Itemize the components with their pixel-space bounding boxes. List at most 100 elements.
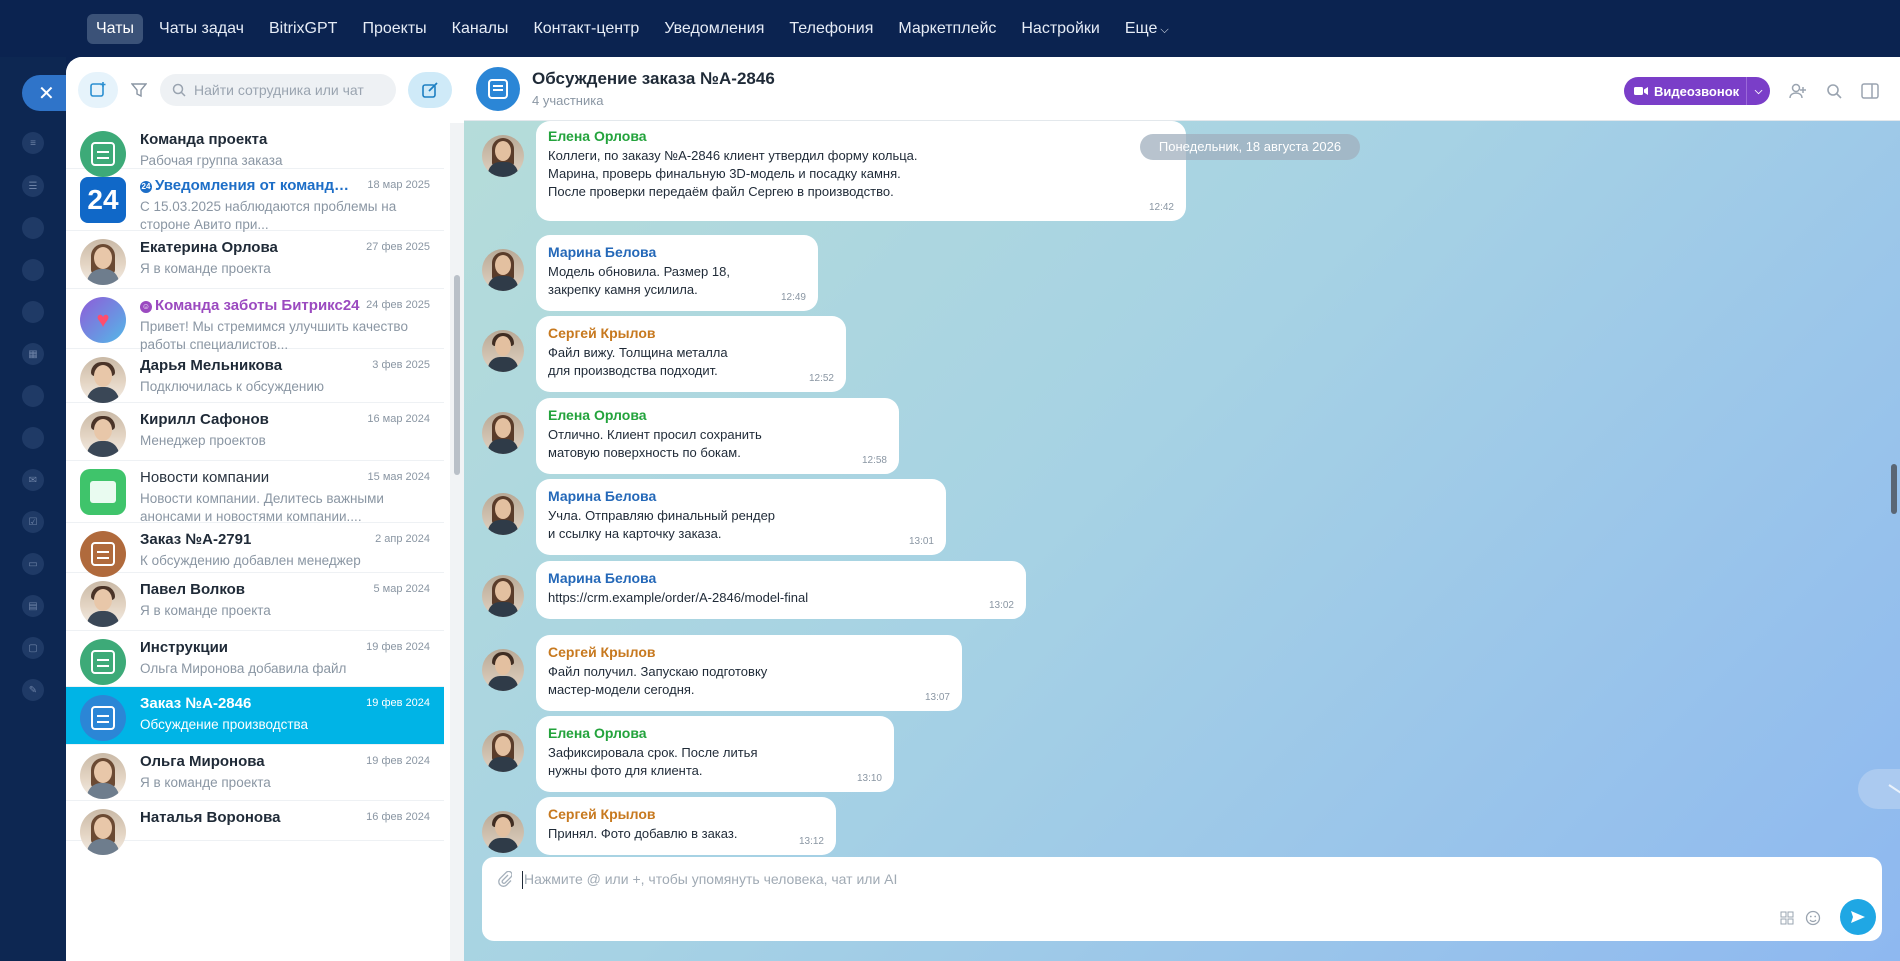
message-author[interactable]: Сергей Крылов [548, 805, 824, 823]
grid-icon[interactable] [1778, 909, 1796, 927]
message-bubble[interactable]: Елена Орлова Зафиксировала срок. После ли… [536, 716, 894, 792]
message-author-avatar[interactable] [482, 135, 524, 177]
message-author-avatar[interactable] [482, 412, 524, 454]
nav-item-task-chats[interactable]: Чаты задач [150, 14, 253, 44]
nav-item-bitrixgpt[interactable]: BitrixGPT [260, 14, 346, 44]
sidebar-toggle-icon[interactable] [1860, 81, 1880, 101]
bitrix24-avatar: 24 [80, 177, 126, 223]
message-text: Зафиксировала срок. После литья [548, 745, 758, 760]
chat-avatar[interactable] [476, 66, 520, 111]
message-bubble[interactable]: Сергей Крылов Принял. Фото добавлю в зака… [536, 797, 836, 855]
chat-list-item[interactable]: Дарья Мельникова Подключилась к обсуждени… [66, 349, 444, 403]
nav-item-chats[interactable]: Чаты [87, 13, 144, 44]
message-bubble[interactable]: Марина Белова Учла. Отправляю финальный р… [536, 479, 946, 555]
message-author[interactable]: Марина Белова [548, 487, 934, 505]
emoji-icon[interactable] [1804, 909, 1822, 927]
chat-scrollbar[interactable] [1888, 121, 1900, 912]
nav-item-marketplace[interactable]: Маркетплейс [889, 14, 1005, 44]
message-time: 13:01 [908, 536, 934, 547]
close-icon[interactable]: ✕ [22, 75, 70, 111]
heart-icon: ♥ [96, 307, 110, 332]
send-button[interactable] [1840, 899, 1876, 935]
search-icon[interactable] [1824, 81, 1844, 101]
message-author-avatar[interactable] [482, 649, 524, 691]
edit-icon: ✎ [22, 679, 44, 701]
message-author[interactable]: Марина Белова [548, 569, 1014, 587]
message-time: 12:49 [780, 292, 806, 303]
message-author-avatar[interactable] [482, 330, 524, 372]
nav-item-channels[interactable]: Каналы [443, 14, 518, 44]
message-bubble[interactable]: Елена Орлова Коллеги, по заказу №A-2846 к… [536, 121, 1186, 221]
document-icon [91, 142, 115, 166]
message-author[interactable]: Елена Орлова [548, 724, 882, 742]
chat-list: Команда проекта Рабочая группа заказа 24 24… [66, 123, 444, 855]
nav-item-settings[interactable]: Настройки [1012, 14, 1108, 44]
scrollbar-thumb[interactable] [1891, 464, 1897, 514]
chat-list-item[interactable]: Инструкции Ольга Миронова добавила файл 19… [66, 631, 444, 687]
chevron-down-icon[interactable]: ⌵ [1746, 77, 1770, 105]
message-author[interactable]: Сергей Крылов [548, 324, 834, 342]
chat-list-item[interactable]: Павел Волков Я в команде проекта 5 мар 202… [66, 573, 444, 631]
chat-item-title-text: Уведомления от команды Битрикс24 [155, 177, 360, 194]
scrollbar-thumb[interactable] [454, 275, 460, 475]
message-bubble[interactable]: Сергей Крылов Файл вижу. Толщина металла д… [536, 316, 846, 392]
chat-list-item[interactable]: Команда проекта Рабочая группа заказа [66, 123, 444, 177]
chat-list-item[interactable]: Новости компании Новости компании. Делите… [66, 461, 444, 524]
message-author[interactable]: Елена Орлова [548, 406, 887, 424]
chat-item-date: 5 мар 2024 [373, 583, 431, 595]
message-composer[interactable]: Нажмите @ или +, чтобы упомянуть человек… [482, 857, 1882, 941]
chat-item-title: ☺ Команда заботы Битрикс24 [140, 297, 360, 314]
attach-icon[interactable] [498, 870, 513, 892]
chat-list-item[interactable]: Заказ №A-2846 Обсуждение производства 19 ф… [66, 687, 444, 745]
chat-list-item[interactable]: Екатерина Орлова Я в команде проекта 27 фе… [66, 231, 444, 289]
chat-item-title-text: Инструкции [140, 639, 229, 656]
chat-add-icon [90, 82, 106, 97]
chat-item-title-text: Кирилл Сафонов [140, 411, 269, 428]
new-chat-menu-button[interactable] [78, 72, 118, 108]
participants-count[interactable]: 4 участника [532, 93, 775, 108]
message-bubble[interactable]: Марина Белова Модель обновила. Размер 18,… [536, 235, 818, 311]
messenger-window: Найти сотрудника или чат Команда проекта… [66, 57, 1900, 961]
message-text: закрепку камня усилила. [548, 282, 698, 297]
message-time: 13:12 [798, 836, 824, 847]
chat-list-item[interactable]: Кирилл Сафонов Менеджер проектов 16 мар 20… [66, 403, 444, 461]
message-author-avatar[interactable] [482, 575, 524, 617]
chat-list-header: Найти сотрудника или чат [66, 57, 464, 123]
nav-item-more[interactable]: Еще ⌵ [1116, 14, 1178, 44]
message-author-avatar[interactable] [482, 730, 524, 772]
message-author-avatar[interactable] [482, 811, 524, 853]
add-user-icon[interactable] [1788, 81, 1808, 101]
chat-list-item[interactable]: ♥ ☺ Команда заботы Битрикс24 Привет! Мы стр… [66, 289, 444, 352]
message-author-avatar[interactable] [482, 249, 524, 291]
nav-item-contact-center[interactable]: Контакт-центр [524, 14, 648, 44]
message-bubble[interactable]: Марина Белова https://crm.example/order/A… [536, 561, 1026, 619]
message-bubble[interactable]: Сергей Крылов Файл получил. Запускаю подг… [536, 635, 962, 711]
nav-item-projects[interactable]: Проекты [353, 14, 435, 44]
chat-list-scrollbar[interactable] [450, 123, 464, 961]
nav-item-telephony[interactable]: Телефония [780, 14, 882, 44]
document-icon [91, 542, 115, 566]
message-author[interactable]: Сергей Крылов [548, 643, 950, 661]
chat-list-item[interactable]: Ольга Миронова Я в команде проекта 19 фев … [66, 745, 444, 801]
message-author[interactable]: Елена Орлова [548, 127, 1174, 145]
message-bubble[interactable]: Елена Орлова Отлично. Клиент просил сохра… [536, 398, 899, 474]
nav-item-notifications[interactable]: Уведомления [655, 14, 773, 44]
drive-icon: ▭ [22, 553, 44, 575]
compose-button[interactable] [408, 72, 452, 108]
chat-item-title: Инструкции [140, 639, 360, 656]
message-author-avatar[interactable] [482, 493, 524, 535]
chat-list-item[interactable]: 2424Уведомления от команды Битрикс24С 15… [66, 169, 444, 232]
chat-item-date: 18 мар 2025 [367, 179, 430, 191]
chat-list-item[interactable]: Заказ №A-2791 К обсуждению добавлен менед… [66, 523, 444, 577]
message-author[interactable]: Марина Белова [548, 243, 806, 261]
filter-icon[interactable] [128, 79, 150, 101]
chat-item-title-text: Павел Волков [140, 581, 246, 598]
chat-title[interactable]: Обсуждение заказа №A-2846 [532, 69, 775, 89]
chat-item-preview: Ольга Миронова добавила файл [140, 661, 347, 676]
chat-list-item[interactable]: Наталья Воронова 16 фев 2024 [66, 801, 444, 855]
search-input[interactable]: Найти сотрудника или чат [160, 74, 396, 106]
message-link[interactable]: https://crm.example/order/A-2846/model-f… [548, 589, 1014, 607]
message-input-placeholder[interactable]: Нажмите @ или +, чтобы упомянуть человек… [524, 871, 897, 887]
chat-area: Обсуждение заказа №A-2846 4 участника Ви… [464, 57, 1900, 961]
video-call-button[interactable]: Видеозвонок ⌵ [1624, 77, 1770, 105]
